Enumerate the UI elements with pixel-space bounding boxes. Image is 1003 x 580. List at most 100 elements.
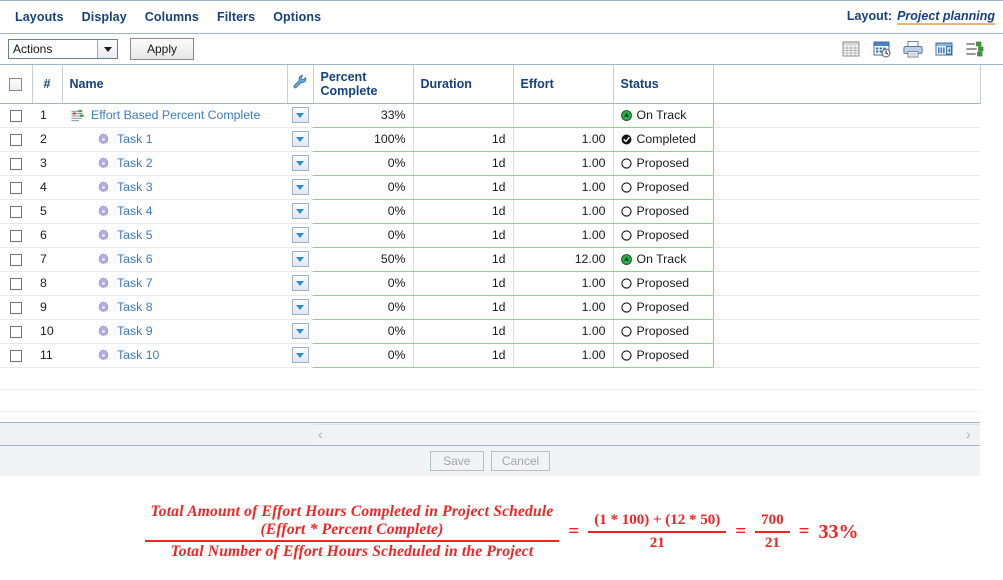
cell-effort[interactable]: 1.00: [513, 295, 614, 320]
cell-effort[interactable]: 1.00: [513, 151, 614, 176]
row-name-link[interactable]: Task 4: [117, 204, 153, 218]
row-name-link[interactable]: Task 6: [117, 252, 153, 266]
table-row[interactable]: 6 Task 5 0% 1d 1.00 Proposed: [0, 223, 980, 248]
row-name-cell[interactable]: Task 8: [62, 295, 287, 320]
apply-button[interactable]: Apply: [130, 38, 194, 60]
row-dropdown-button[interactable]: [291, 275, 309, 291]
horizontal-scrollbar[interactable]: ‹ ›: [0, 422, 980, 446]
row-menu-cell[interactable]: [287, 295, 313, 320]
scroll-right-icon[interactable]: ›: [966, 426, 971, 442]
cell-status[interactable]: Proposed: [613, 319, 714, 344]
row-select-cell[interactable]: [0, 271, 32, 296]
row-checkbox[interactable]: [10, 301, 22, 314]
header-row-number[interactable]: #: [32, 65, 63, 104]
row-dropdown-button[interactable]: [291, 347, 309, 363]
row-select-cell[interactable]: [0, 103, 32, 128]
row-dropdown-button[interactable]: [291, 131, 309, 147]
cell-status[interactable]: Proposed: [613, 151, 714, 176]
row-menu-cell[interactable]: [287, 319, 313, 344]
grid-view-icon[interactable]: [841, 39, 861, 59]
table-row[interactable]: 11 Task 10 0% 1d 1.00 Proposed: [0, 343, 980, 368]
row-name-link[interactable]: Task 2: [117, 156, 153, 170]
scroll-left-icon[interactable]: ‹: [318, 426, 323, 442]
cell-duration[interactable]: 1d: [413, 295, 514, 320]
wrench-header[interactable]: [287, 65, 314, 104]
cell-effort[interactable]: 1.00: [513, 343, 614, 368]
cancel-button[interactable]: Cancel: [490, 451, 551, 471]
cell-duration[interactable]: 1d: [413, 175, 514, 200]
column-layout-icon[interactable]: [934, 39, 954, 59]
cell-effort[interactable]: 1.00: [513, 223, 614, 248]
cell-status[interactable]: Proposed: [613, 199, 714, 224]
table-row[interactable]: 3 Task 2 0% 1d 1.00 Proposed: [0, 151, 980, 176]
cell-status[interactable]: Proposed: [613, 343, 714, 368]
menu-item-layouts[interactable]: Layouts: [6, 6, 73, 28]
row-menu-cell[interactable]: [287, 343, 313, 368]
cell-duration[interactable]: 1d: [413, 223, 514, 248]
cell-percent-complete[interactable]: 0%: [313, 175, 414, 200]
row-name-link[interactable]: Task 1: [117, 132, 153, 146]
cell-percent-complete[interactable]: 33%: [313, 103, 414, 128]
cell-percent-complete[interactable]: 0%: [313, 223, 414, 248]
row-dropdown-button[interactable]: [291, 251, 309, 267]
row-dropdown-button[interactable]: [291, 203, 309, 219]
table-row[interactable]: 10 Task 9 0% 1d 1.00 Proposed: [0, 319, 980, 344]
cell-percent-complete[interactable]: 0%: [313, 319, 414, 344]
row-checkbox[interactable]: [10, 181, 22, 194]
row-dropdown-button[interactable]: [291, 179, 309, 195]
layout-name-link[interactable]: Project planning: [897, 9, 995, 25]
row-dropdown-button[interactable]: [291, 227, 309, 243]
row-checkbox[interactable]: [10, 157, 22, 170]
row-name-cell[interactable]: Task 7: [62, 271, 287, 296]
row-menu-cell[interactable]: [287, 223, 313, 248]
row-select-cell[interactable]: [0, 247, 32, 272]
header-effort[interactable]: Effort: [513, 65, 614, 104]
cell-percent-complete[interactable]: 50%: [313, 247, 414, 272]
row-menu-cell[interactable]: [287, 127, 313, 152]
cell-status[interactable]: Proposed: [613, 223, 714, 248]
row-menu-cell[interactable]: [287, 271, 313, 296]
cell-duration[interactable]: 1d: [413, 319, 514, 344]
row-name-cell[interactable]: Task 6: [62, 247, 287, 272]
menu-item-options[interactable]: Options: [264, 6, 330, 28]
cell-effort[interactable]: 1.00: [513, 271, 614, 296]
table-row[interactable]: 1 Effort Based Percent Complete 33% On Trac…: [0, 103, 980, 128]
row-checkbox[interactable]: [10, 277, 22, 290]
print-icon[interactable]: [903, 39, 923, 59]
menu-item-display[interactable]: Display: [73, 6, 136, 28]
row-checkbox[interactable]: [10, 205, 22, 218]
row-menu-cell[interactable]: [287, 151, 313, 176]
row-name-link[interactable]: Effort Based Percent Complete: [91, 108, 260, 122]
row-menu-cell[interactable]: [287, 103, 313, 128]
row-name-cell[interactable]: Task 1: [62, 127, 287, 152]
table-row[interactable]: 7 Task 6 50% 1d 12.00 On Track: [0, 247, 980, 272]
cell-percent-complete[interactable]: 0%: [313, 343, 414, 368]
row-name-cell[interactable]: Task 5: [62, 223, 287, 248]
table-row[interactable]: 8 Task 7 0% 1d 1.00 Proposed: [0, 271, 980, 296]
row-name-link[interactable]: Task 5: [117, 228, 153, 242]
cell-duration[interactable]: 1d: [413, 127, 514, 152]
row-dropdown-button[interactable]: [291, 323, 309, 339]
table-row[interactable]: 9 Task 8 0% 1d 1.00 Proposed: [0, 295, 980, 320]
table-row[interactable]: 4 Task 3 0% 1d 1.00 Proposed: [0, 175, 980, 200]
outline-list-icon[interactable]: [965, 39, 985, 59]
cell-effort[interactable]: [513, 103, 614, 128]
row-name-cell[interactable]: Task 10: [62, 343, 287, 368]
cell-percent-complete[interactable]: 0%: [313, 271, 414, 296]
row-select-cell[interactable]: [0, 175, 32, 200]
scrollbar-thumb[interactable]: [313, 424, 980, 445]
actions-select[interactable]: Actions: [8, 39, 118, 59]
cell-percent-complete[interactable]: 0%: [313, 151, 414, 176]
row-name-link[interactable]: Task 9: [117, 324, 153, 338]
row-select-cell[interactable]: [0, 295, 32, 320]
cell-effort[interactable]: 12.00: [513, 247, 614, 272]
table-row[interactable]: 2 Task 1 100% 1d 1.00 Completed: [0, 127, 980, 152]
table-row[interactable]: 5 Task 4 0% 1d 1.00 Proposed: [0, 199, 980, 224]
row-name-link[interactable]: Task 8: [117, 300, 153, 314]
row-checkbox[interactable]: [10, 349, 22, 362]
header-percent-complete[interactable]: Percent Complete: [313, 65, 414, 104]
menu-item-columns[interactable]: Columns: [136, 6, 208, 28]
cell-effort[interactable]: 1.00: [513, 175, 614, 200]
row-checkbox[interactable]: [10, 133, 22, 146]
cell-status[interactable]: On Track: [613, 247, 714, 272]
